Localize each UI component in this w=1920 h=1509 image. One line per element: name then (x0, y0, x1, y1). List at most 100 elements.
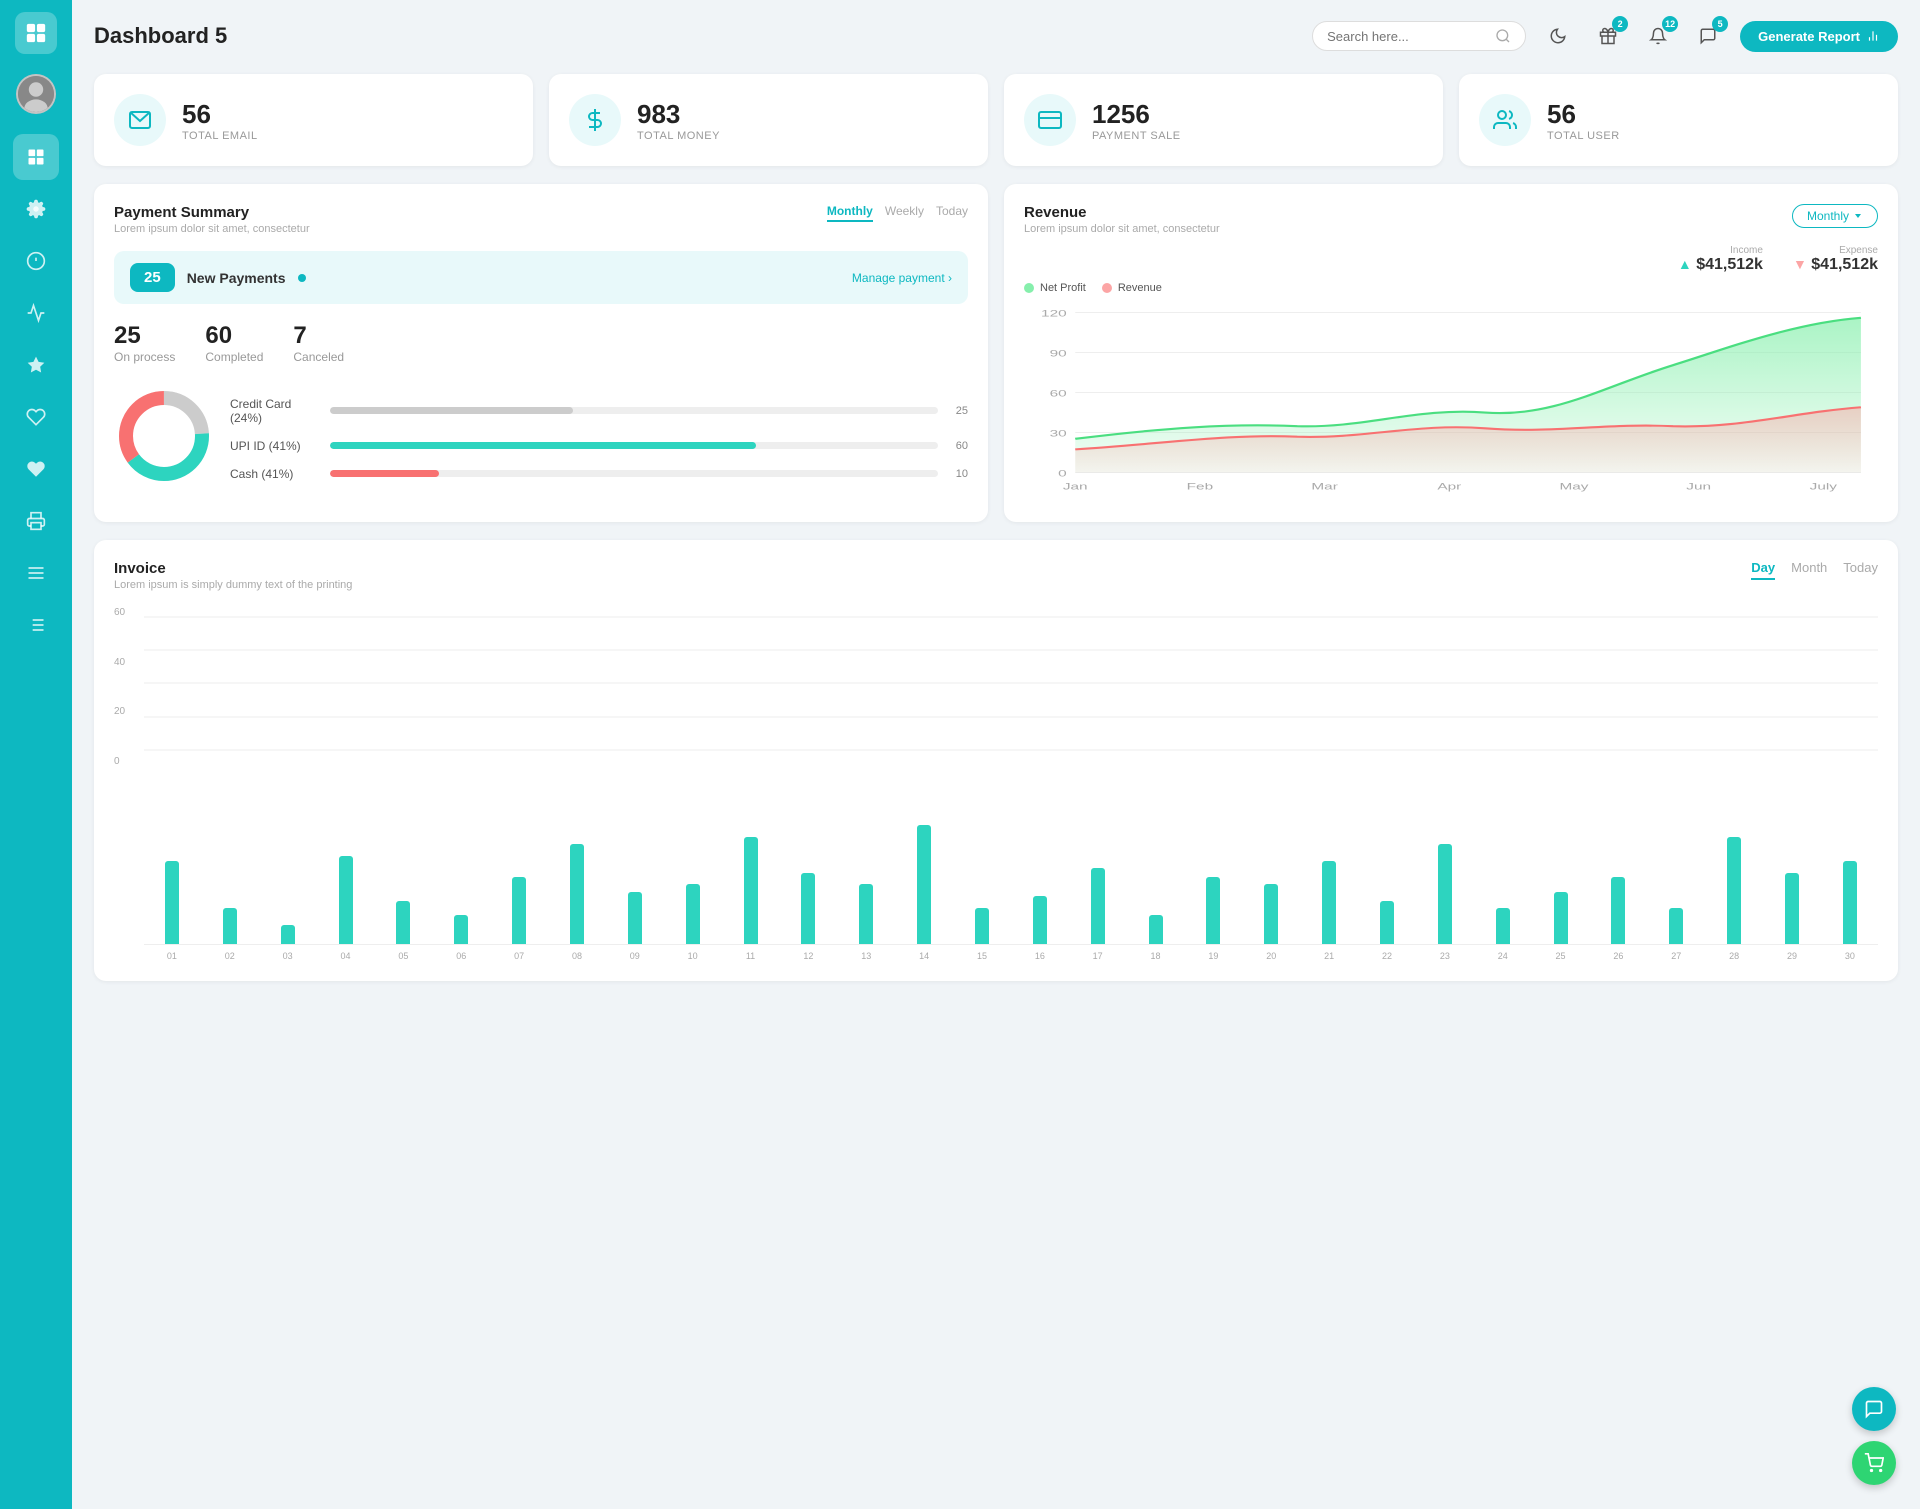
upi-bar-bg (330, 442, 938, 449)
revenue-dot (1102, 283, 1112, 293)
gift-button[interactable]: 2 (1590, 18, 1626, 54)
revenue-chart: 120 90 60 30 0 (1024, 302, 1878, 502)
sidebar-item-wishlist[interactable] (13, 394, 59, 440)
legend-revenue: Revenue (1102, 282, 1162, 294)
mid-section: Payment Summary Lorem ipsum dolor sit am… (94, 184, 1898, 522)
x-label-14: 15 (954, 951, 1010, 961)
expense-label: Expense (1793, 245, 1878, 256)
bar-20 (1322, 861, 1336, 944)
x-label-6: 07 (491, 951, 547, 961)
bar-3 (339, 856, 353, 944)
tab-monthly[interactable]: Monthly (827, 204, 873, 222)
tab-today[interactable]: Today (936, 204, 968, 222)
sidebar-item-favorites[interactable] (13, 342, 59, 388)
bar-col-15 (1012, 896, 1068, 944)
email-value: 56 (182, 99, 258, 130)
payment-summary-title: Payment Summary (114, 204, 310, 221)
sidebar-item-likes[interactable] (13, 446, 59, 492)
bar-25 (1611, 877, 1625, 944)
bar-8 (628, 892, 642, 944)
x-label-27: 28 (1706, 951, 1762, 961)
expense-item: Expense ▼ $41,512k (1793, 245, 1878, 274)
bar-27 (1727, 837, 1741, 944)
manage-payment-link[interactable]: Manage payment › (852, 271, 952, 285)
on-process-label: On process (114, 350, 175, 364)
invoice-header: Invoice Lorem ipsum is simply dummy text… (114, 560, 1878, 591)
bar-col-19 (1243, 884, 1299, 944)
invoice-tabs: Day Month Today (1751, 560, 1878, 580)
search-input[interactable] (1327, 29, 1487, 44)
sidebar-item-info[interactable] (13, 238, 59, 284)
payment-stats-row: 25 On process 60 Completed 7 Canceled (114, 322, 968, 364)
x-label-5: 06 (433, 951, 489, 961)
search-icon (1495, 28, 1511, 44)
sidebar-item-print[interactable] (13, 498, 59, 544)
avatar[interactable] (16, 74, 56, 114)
bell-button[interactable]: 12 (1640, 18, 1676, 54)
generate-report-button[interactable]: Generate Report (1740, 21, 1898, 52)
svg-text:Jun: Jun (1686, 480, 1711, 491)
y-label-40: 40 (114, 657, 125, 668)
bar-col-16 (1070, 868, 1126, 944)
progress-item-upi: UPI ID (41%) 60 (230, 439, 968, 453)
bar-col-26 (1648, 908, 1704, 944)
upi-label: UPI ID (41%) (230, 439, 320, 453)
bar-24 (1554, 892, 1568, 944)
payment-tabs: Monthly Weekly Today (827, 204, 968, 222)
on-process-stat: 25 On process (114, 322, 175, 364)
x-label-21: 22 (1359, 951, 1415, 961)
sidebar-item-menu[interactable] (13, 550, 59, 596)
revenue-card: Revenue Lorem ipsum dolor sit amet, cons… (1004, 184, 1898, 522)
cart-fab[interactable] (1852, 1441, 1896, 1485)
email-label: TOTAL EMAIL (182, 130, 258, 142)
invoice-bars (144, 802, 1878, 945)
cash-value: 10 (948, 468, 968, 480)
search-box[interactable] (1312, 21, 1526, 51)
legend-net-profit: Net Profit (1024, 282, 1086, 294)
sidebar-item-analytics[interactable] (13, 290, 59, 336)
invoice-tab-day[interactable]: Day (1751, 560, 1775, 580)
invoice-tab-month[interactable]: Month (1791, 560, 1827, 580)
theme-toggle-button[interactable] (1540, 18, 1576, 54)
chat-badge: 5 (1712, 16, 1728, 32)
on-process-value: 25 (114, 322, 175, 350)
bar-28 (1785, 873, 1799, 945)
support-fab[interactable] (1852, 1387, 1896, 1431)
x-label-19: 20 (1243, 951, 1299, 961)
net-profit-dot (1024, 283, 1034, 293)
bar-7 (570, 844, 584, 944)
bar-col-11 (780, 873, 836, 945)
payment-summary-card: Payment Summary Lorem ipsum dolor sit am… (94, 184, 988, 522)
stat-card-user: 56 TOTAL USER (1459, 74, 1898, 166)
revenue-monthly-btn[interactable]: Monthly (1792, 204, 1878, 228)
stat-card-email: 56 TOTAL EMAIL (94, 74, 533, 166)
x-label-4: 05 (375, 951, 431, 961)
bar-col-25 (1590, 877, 1646, 944)
tab-weekly[interactable]: Weekly (885, 204, 924, 222)
sidebar-logo[interactable] (15, 12, 57, 54)
chat-button[interactable]: 5 (1690, 18, 1726, 54)
y-label-60: 60 (114, 607, 125, 618)
new-payments-count: 25 (130, 263, 175, 292)
gift-badge: 2 (1612, 16, 1628, 32)
upi-bar-fill (330, 442, 756, 449)
x-label-8: 09 (607, 951, 663, 961)
header-actions: 2 12 5 Generate Report (1312, 18, 1898, 54)
stat-card-payment: 1256 PAYMENT SALE (1004, 74, 1443, 166)
bar-22 (1438, 844, 1452, 944)
legend-row: Net Profit Revenue (1024, 282, 1878, 294)
completed-stat: 60 Completed (205, 322, 263, 364)
bar-0 (165, 861, 179, 944)
sidebar-item-dashboard[interactable] (13, 134, 59, 180)
sidebar-item-list[interactable] (13, 602, 59, 648)
x-label-29: 30 (1822, 951, 1878, 961)
bar-16 (1091, 868, 1105, 944)
bar-col-27 (1706, 837, 1762, 944)
invoice-tab-today[interactable]: Today (1843, 560, 1878, 580)
email-icon (114, 94, 166, 146)
bar-col-22 (1417, 844, 1473, 944)
bar-10 (744, 837, 758, 944)
credit-card-value: 25 (948, 405, 968, 417)
bar-12 (859, 884, 873, 944)
sidebar-item-settings[interactable] (13, 186, 59, 232)
